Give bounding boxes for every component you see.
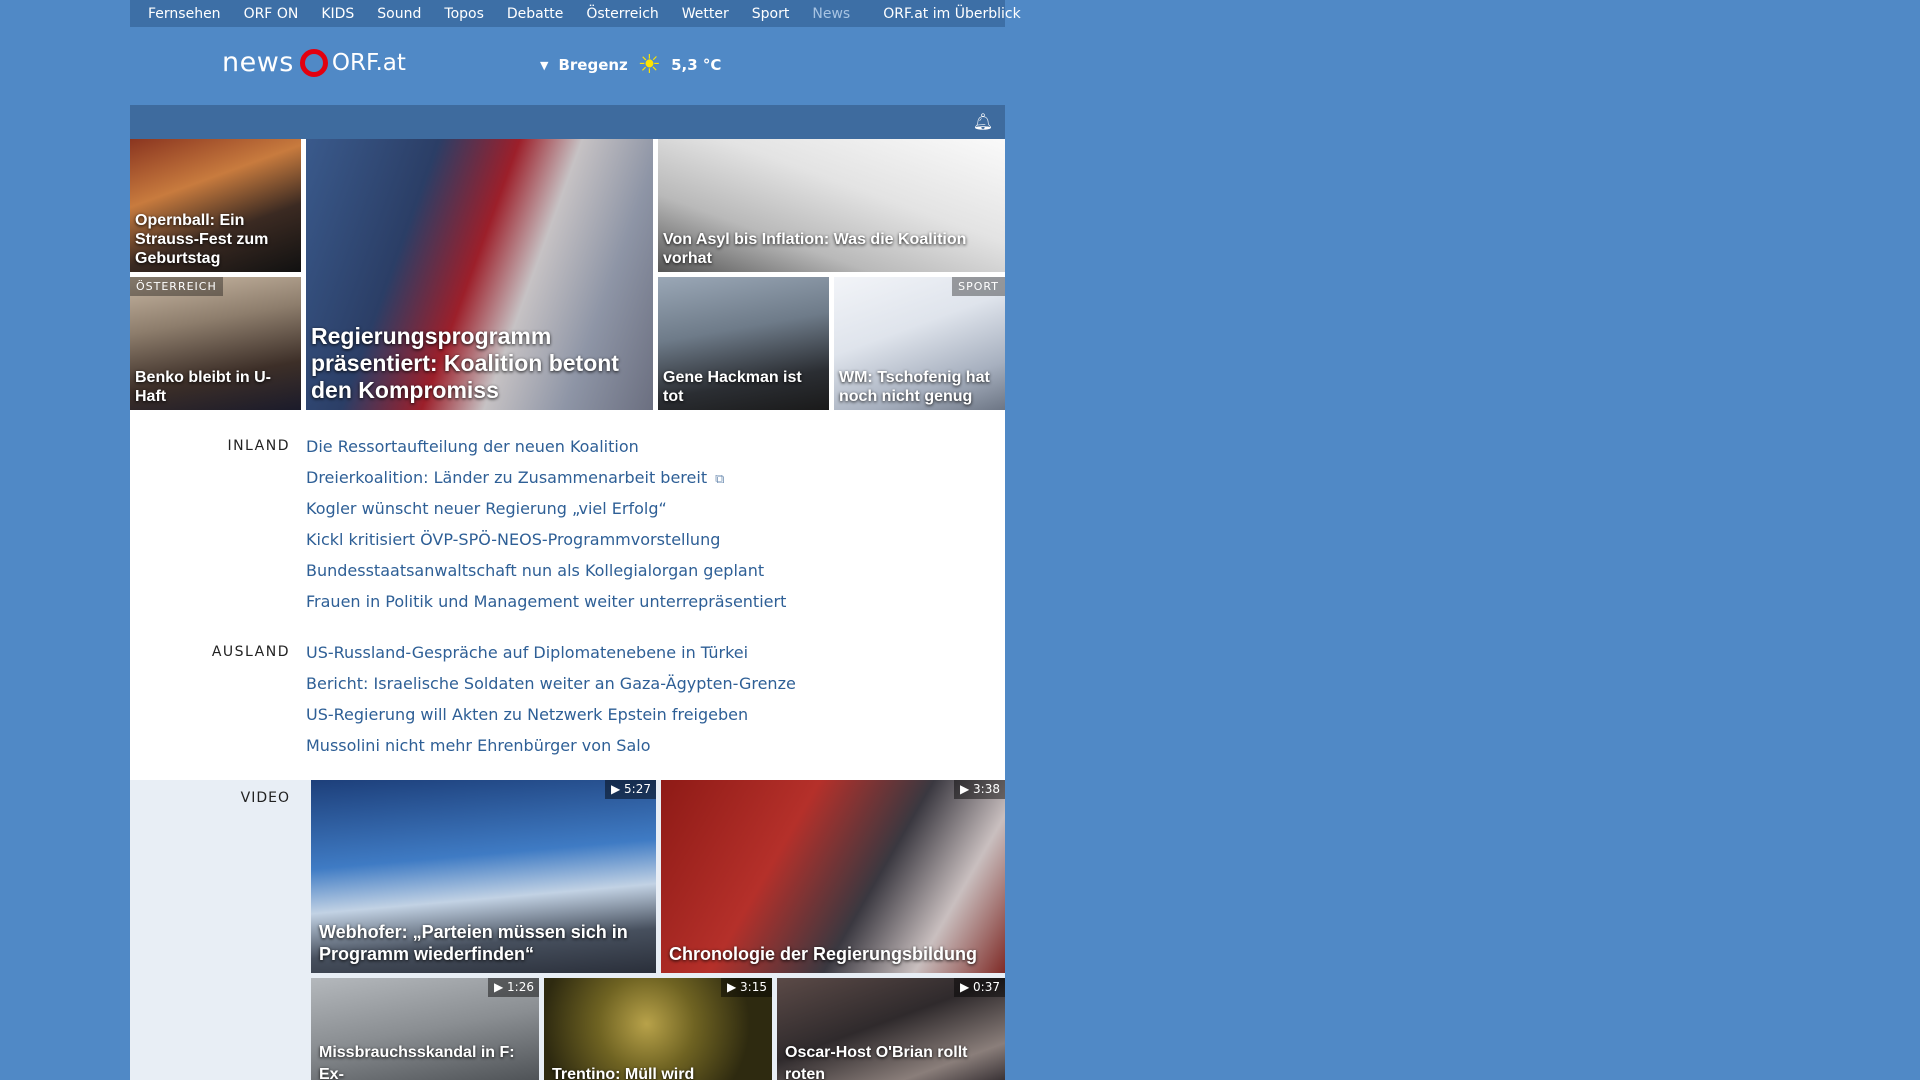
dropdown-caret-icon: ▼ xyxy=(540,58,549,72)
video-tile[interactable]: ▶ 3:38 Chronologie der Regierungsbildung xyxy=(661,780,1005,973)
video-title: Trentino: Müll wird xyxy=(552,1066,695,1080)
top-navigation: Fernsehen ORF ON KIDS Sound Topos Debatt… xyxy=(130,0,1021,27)
story-link[interactable]: Kickl kritisiert ÖVP-SPÖ-NEOS-Programmvo… xyxy=(306,528,786,559)
nav-wetter[interactable]: Wetter xyxy=(682,6,729,22)
weather-city: Bregenz xyxy=(558,56,628,74)
logo-news-text: news xyxy=(222,47,294,78)
bell-icon[interactable]: 🔔︎ xyxy=(973,112,993,131)
nav-news[interactable]: News xyxy=(812,6,850,22)
story-link[interactable]: Kogler wünscht neuer Regierung „viel Erf… xyxy=(306,497,786,528)
news-orf-logo[interactable]: news ORF.at xyxy=(222,47,406,78)
video-title: Missbrauchsskandal in F: Ex- xyxy=(319,1044,515,1080)
nav-orf-on[interactable]: ORF ON xyxy=(244,6,299,22)
tile-main-story[interactable]: Regierungsprogramm präsentiert: Koalitio… xyxy=(306,139,653,410)
weather-widget[interactable]: ▼ Bregenz ☀ 5,3 °C xyxy=(540,50,722,80)
story-link[interactable]: Mussolini nicht mehr Ehrenbürger von Sal… xyxy=(306,734,796,765)
tile-opernball[interactable]: Opernball: Ein Strauss-Fest zum Geburtst… xyxy=(130,139,301,272)
tile-benko[interactable]: ÖSTERREICH Benko bleibt in U-Haft xyxy=(130,277,301,410)
video-section: VIDEO ▶ 5:27 Webhofer: „Parteien müssen … xyxy=(130,780,1005,1080)
video-tile[interactable]: ▶ 0:37 Oscar-Host O'Brian rollt roten xyxy=(777,978,1005,1080)
tile-caption: Von Asyl bis Inflation: Was die Koalitio… xyxy=(663,231,967,267)
video-title: Webhofer: „Parteien müssen sich in Progr… xyxy=(319,922,628,964)
external-link-icon: ⧉ xyxy=(715,472,725,487)
nav-fernsehen[interactable]: Fernsehen xyxy=(148,6,221,22)
story-link[interactable]: Bericht: Israelische Soldaten weiter an … xyxy=(306,672,796,703)
top-stories: Opernball: Ein Strauss-Fest zum Geburtst… xyxy=(130,139,1005,410)
story-link[interactable]: US-Russland-Gespräche auf Diplomateneben… xyxy=(306,641,796,672)
story-list: US-Russland-Gespräche auf Diplomateneben… xyxy=(306,641,796,765)
section-label: AUSLAND xyxy=(211,644,290,660)
section-label: VIDEO xyxy=(240,790,290,806)
story-link[interactable]: Frauen in Politik und Management weiter … xyxy=(306,590,786,621)
story-link[interactable]: Bundesstaatsanwaltschaft nun als Kollegi… xyxy=(306,559,786,590)
video-duration: ▶ 3:15 xyxy=(721,978,772,997)
nav-topos[interactable]: Topos xyxy=(444,6,483,22)
tile-caption: Opernball: Ein Strauss-Fest zum Geburtst… xyxy=(135,212,269,267)
video-title: Oscar-Host O'Brian rollt roten xyxy=(785,1044,968,1080)
video-tile[interactable]: ▶ 1:26 Missbrauchsskandal in F: Ex- xyxy=(311,978,539,1080)
video-duration: ▶ 5:27 xyxy=(605,780,656,799)
nav-sport[interactable]: Sport xyxy=(752,6,790,22)
tile-wm-tschofenig[interactable]: SPORT WM: Tschofenig hat noch nicht genu… xyxy=(834,277,1005,410)
story-list: Die Ressortaufteilung der neuen Koalitio… xyxy=(306,435,786,621)
video-tile[interactable]: ▶ 5:27 Webhofer: „Parteien müssen sich i… xyxy=(311,780,656,973)
story-lists: INLAND Die Ressortaufteilung der neuen K… xyxy=(130,410,1005,780)
video-duration: ▶ 3:38 xyxy=(954,780,1005,799)
tile-caption: WM: Tschofenig hat noch nicht genug xyxy=(839,369,990,405)
story-link-external[interactable]: Dreierkoalition: Länder zu Zusammenarbei… xyxy=(306,466,786,497)
nav-oesterreich[interactable]: Österreich xyxy=(586,6,658,22)
header-bar: 🔔︎ xyxy=(130,105,1005,139)
section-label: INLAND xyxy=(227,438,290,454)
tile-hackman[interactable]: Gene Hackman ist tot xyxy=(658,277,829,410)
tile-caption: Gene Hackman ist tot xyxy=(663,369,802,405)
weather-temp: 5,3 °C xyxy=(671,56,722,74)
story-link[interactable]: Die Ressortaufteilung der neuen Koalitio… xyxy=(306,435,786,466)
tile-caption: Benko bleibt in U-Haft xyxy=(135,369,271,405)
video-tile[interactable]: ▶ 3:15 Trentino: Müll wird xyxy=(544,978,772,1080)
nav-sound[interactable]: Sound xyxy=(377,6,421,22)
tile-tag: SPORT xyxy=(952,277,1005,296)
story-link[interactable]: US-Regierung will Akten zu Netzwerk Epst… xyxy=(306,703,796,734)
tile-asyl-inflation[interactable]: Von Asyl bis Inflation: Was die Koalitio… xyxy=(658,139,1005,272)
sun-icon: ☀ xyxy=(637,50,662,80)
nav-debatte[interactable]: Debatte xyxy=(507,6,563,22)
tile-caption: Regierungsprogramm präsentiert: Koalitio… xyxy=(311,323,619,403)
video-title: Chronologie der Regierungsbildung xyxy=(669,944,977,964)
story-link-text: Dreierkoalition: Länder zu Zusammenarbei… xyxy=(306,468,708,487)
nav-kids[interactable]: KIDS xyxy=(321,6,354,22)
video-duration: ▶ 1:26 xyxy=(488,978,539,997)
nav-overview[interactable]: ORF.at im Überblick xyxy=(883,6,1020,22)
site-header: news ORF.at ▼ Bregenz ☀ 5,3 °C xyxy=(130,27,1005,105)
logo-orf-text: ORF.at xyxy=(331,49,406,76)
video-duration: ▶ 0:37 xyxy=(954,978,1005,997)
tile-tag: ÖSTERREICH xyxy=(130,277,223,296)
orf-ring-icon xyxy=(299,48,328,77)
